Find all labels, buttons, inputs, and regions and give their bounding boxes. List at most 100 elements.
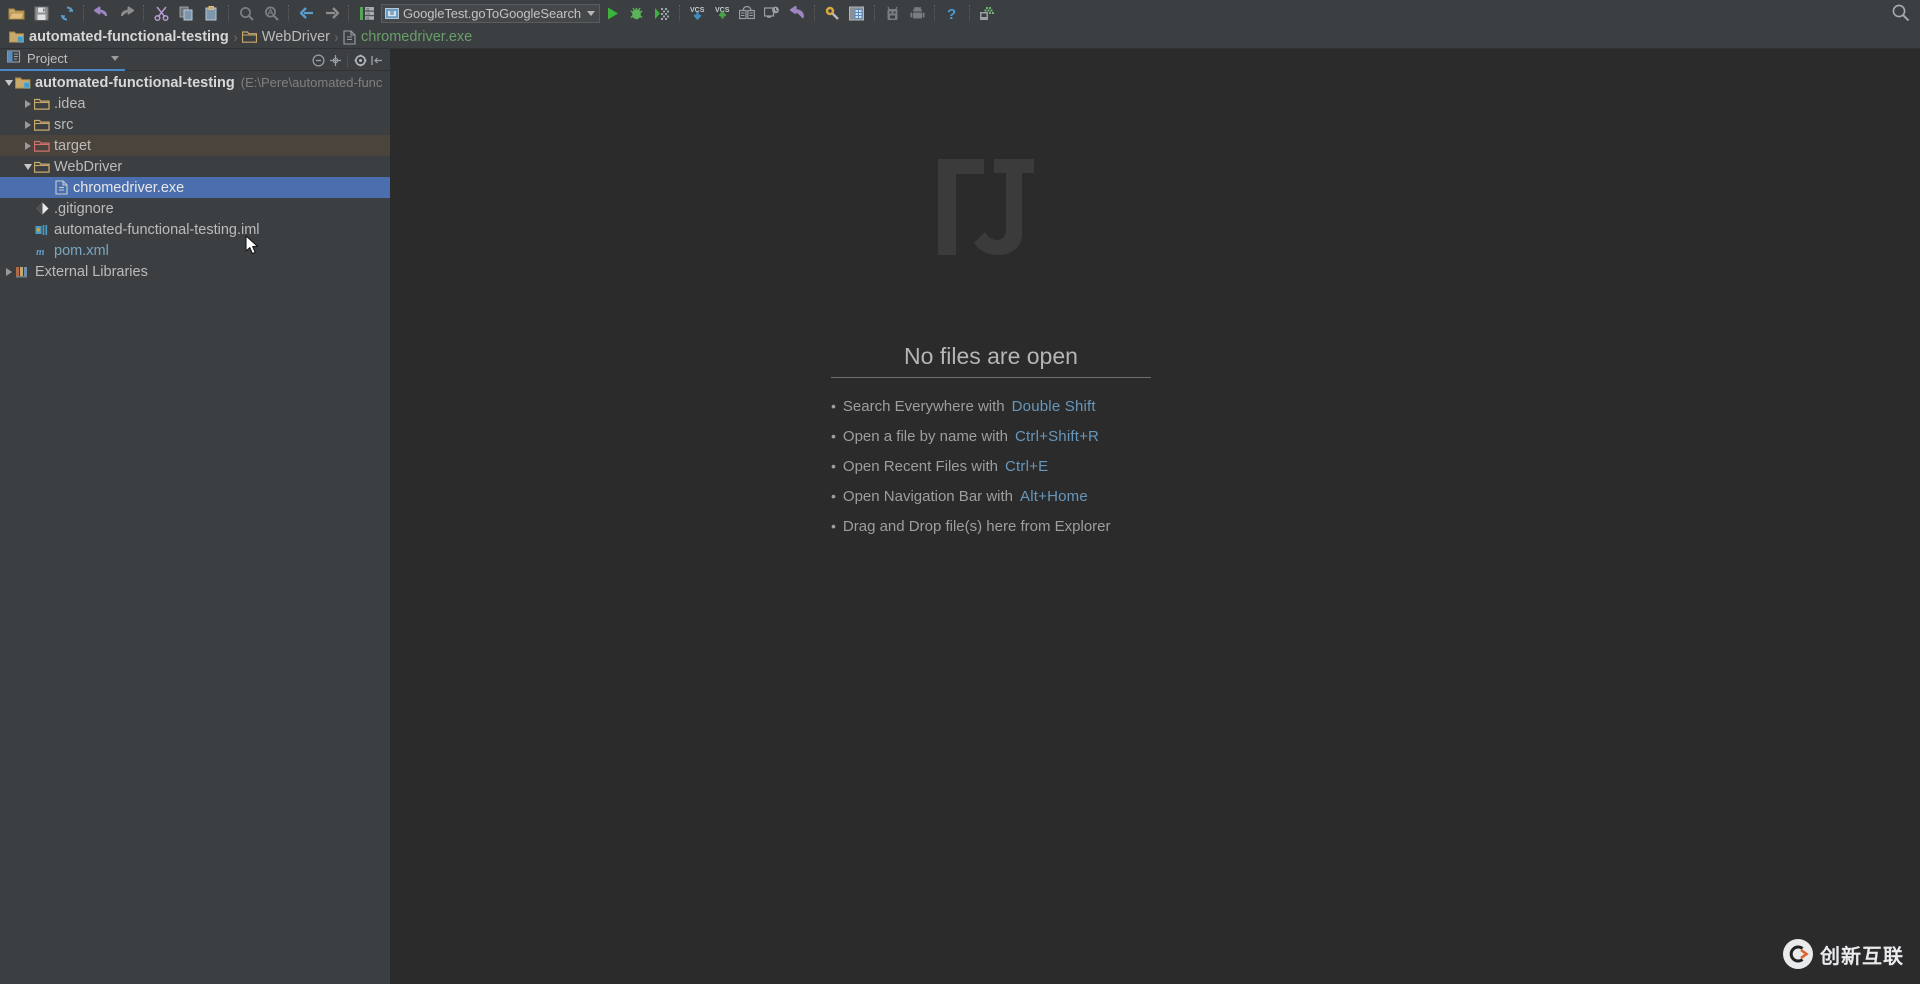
tree-item-label: WebDriver (54, 158, 123, 175)
coverage-icon[interactable] (650, 2, 675, 24)
tree-row[interactable]: chromedriver.exe (0, 177, 390, 198)
empty-editor-placeholder: No files are open • Search Everywhere wi… (831, 343, 1151, 548)
chevron-right-icon[interactable] (21, 118, 34, 131)
scroll-from-source-icon[interactable] (327, 50, 344, 70)
revert-icon[interactable] (785, 2, 810, 24)
tree-row[interactable]: .idea (0, 93, 390, 114)
cut-icon[interactable] (149, 2, 174, 24)
chevron-down-icon[interactable] (586, 10, 595, 16)
libraries-icon (15, 264, 31, 280)
bullet-icon: • (831, 458, 836, 474)
gitignore-icon (34, 201, 50, 217)
vcs-commit-icon[interactable]: VCS (710, 2, 735, 24)
synchronize-icon[interactable] (54, 2, 79, 24)
ide-window: 01 10 01 GoogleTest.goToGoogleSearch VCS… (0, 0, 1920, 984)
help-icon[interactable]: ? (940, 2, 965, 24)
open-folder-icon[interactable] (4, 2, 29, 24)
maven-icon: m (34, 243, 50, 259)
hide-panel-icon[interactable] (369, 50, 386, 70)
tree-item-label: automated-functional-testing (35, 74, 235, 91)
tree-row[interactable]: m pom.xml (0, 240, 390, 261)
tab-project[interactable]: Project (0, 49, 125, 71)
list-item: • Open Navigation Bar with Alt+Home (831, 488, 1151, 505)
project-tool-window: Project automated-functional-testing (E:… (0, 49, 391, 984)
undo-icon[interactable] (89, 2, 114, 24)
tip-text: Open a file by name with (842, 428, 1008, 445)
vcs-update-icon[interactable]: VCS (685, 2, 710, 24)
tree-row[interactable]: automated-functional-testing.iml (0, 219, 390, 240)
project-panel-label: Project (27, 51, 68, 66)
brand-name: 创新互联 (1820, 945, 1904, 968)
tree-row[interactable]: WebDriver (0, 156, 390, 177)
android-device-icon[interactable] (975, 2, 1000, 24)
sdk-manager-icon[interactable] (880, 2, 905, 24)
breadcrumb-item-folder[interactable]: WebDriver (239, 26, 333, 49)
iml-icon (34, 222, 50, 238)
project-view-icon (6, 49, 21, 68)
search-everywhere-icon[interactable] (1891, 3, 1910, 27)
run-configuration-icon (385, 7, 399, 20)
folder-icon (34, 117, 50, 133)
tree-item-label: automated-functional-testing.iml (54, 221, 260, 238)
find-icon[interactable] (234, 2, 259, 24)
avd-manager-icon[interactable] (905, 2, 930, 24)
list-item: • Open Recent Files with Ctrl+E (831, 458, 1151, 475)
tips-list: • Search Everywhere with Double Shift • … (831, 398, 1151, 535)
back-icon[interactable] (294, 2, 319, 24)
tree-row[interactable]: target (0, 135, 390, 156)
tree-row[interactable]: src (0, 114, 390, 135)
chevron-right-icon[interactable] (2, 265, 15, 278)
file-icon (343, 29, 356, 45)
folder-icon (241, 30, 257, 44)
svg-text:10: 10 (366, 12, 370, 16)
tip-shortcut: Ctrl+E (1004, 458, 1049, 475)
list-item: • Open a file by name with Ctrl+Shift+R (831, 428, 1151, 445)
tip-shortcut: Double Shift (1011, 398, 1096, 415)
toolbar-separator (143, 5, 145, 21)
editor-area[interactable]: No files are open • Search Everywhere wi… (391, 49, 1920, 984)
compile-icon[interactable]: 01 10 01 (354, 2, 379, 24)
forward-icon[interactable] (319, 2, 344, 24)
copy-icon[interactable] (174, 2, 199, 24)
collapse-all-icon[interactable] (310, 50, 327, 70)
main-toolbar: 01 10 01 GoogleTest.goToGoogleSearch VCS… (0, 0, 1920, 26)
run-configuration-label: GoogleTest.goToGoogleSearch (403, 5, 581, 21)
run-icon[interactable] (600, 2, 625, 24)
project-panel-header: Project (0, 49, 390, 71)
toolbar-separator (228, 5, 230, 21)
run-configuration-selector[interactable]: GoogleTest.goToGoogleSearch (381, 3, 600, 23)
replace-icon[interactable] (259, 2, 284, 24)
tree-row[interactable]: automated-functional-testing (E:\Pere\au… (0, 72, 390, 93)
tip-text: Open Navigation Bar with (842, 488, 1013, 505)
tree-item-label: pom.xml (54, 242, 109, 259)
chevron-down-icon[interactable] (111, 56, 119, 61)
chevron-down-icon[interactable] (21, 160, 34, 173)
svg-text:01: 01 (366, 16, 370, 20)
settings-icon[interactable] (820, 2, 845, 24)
panel-toolbar-separator (347, 53, 349, 67)
project-structure-icon[interactable] (845, 2, 870, 24)
breadcrumb-item-project[interactable]: automated-functional-testing (6, 26, 232, 49)
breadcrumb-item-file[interactable]: chromedriver.exe (340, 26, 475, 49)
toolbar-separator (873, 5, 876, 21)
tree-item-label: .idea (54, 95, 86, 112)
chevron-right-icon[interactable] (21, 97, 34, 110)
tree-row[interactable]: .gitignore (0, 198, 390, 219)
file-icon (53, 180, 69, 196)
folder-icon (34, 159, 50, 175)
debug-icon[interactable] (625, 2, 650, 24)
paste-icon[interactable] (199, 2, 224, 24)
save-all-icon[interactable] (29, 2, 54, 24)
tree-item-label: External Libraries (35, 263, 148, 280)
folder-icon (34, 96, 50, 112)
chevron-down-icon[interactable] (2, 76, 15, 89)
tip-text: Drag and Drop file(s) here from Explorer (842, 518, 1111, 535)
chevron-right-icon[interactable] (21, 139, 34, 152)
redo-icon[interactable] (114, 2, 139, 24)
settings-gear-icon[interactable] (352, 50, 369, 70)
tree-row[interactable]: External Libraries (0, 261, 390, 282)
diff-icon[interactable] (735, 2, 760, 24)
history-icon[interactable] (760, 2, 785, 24)
